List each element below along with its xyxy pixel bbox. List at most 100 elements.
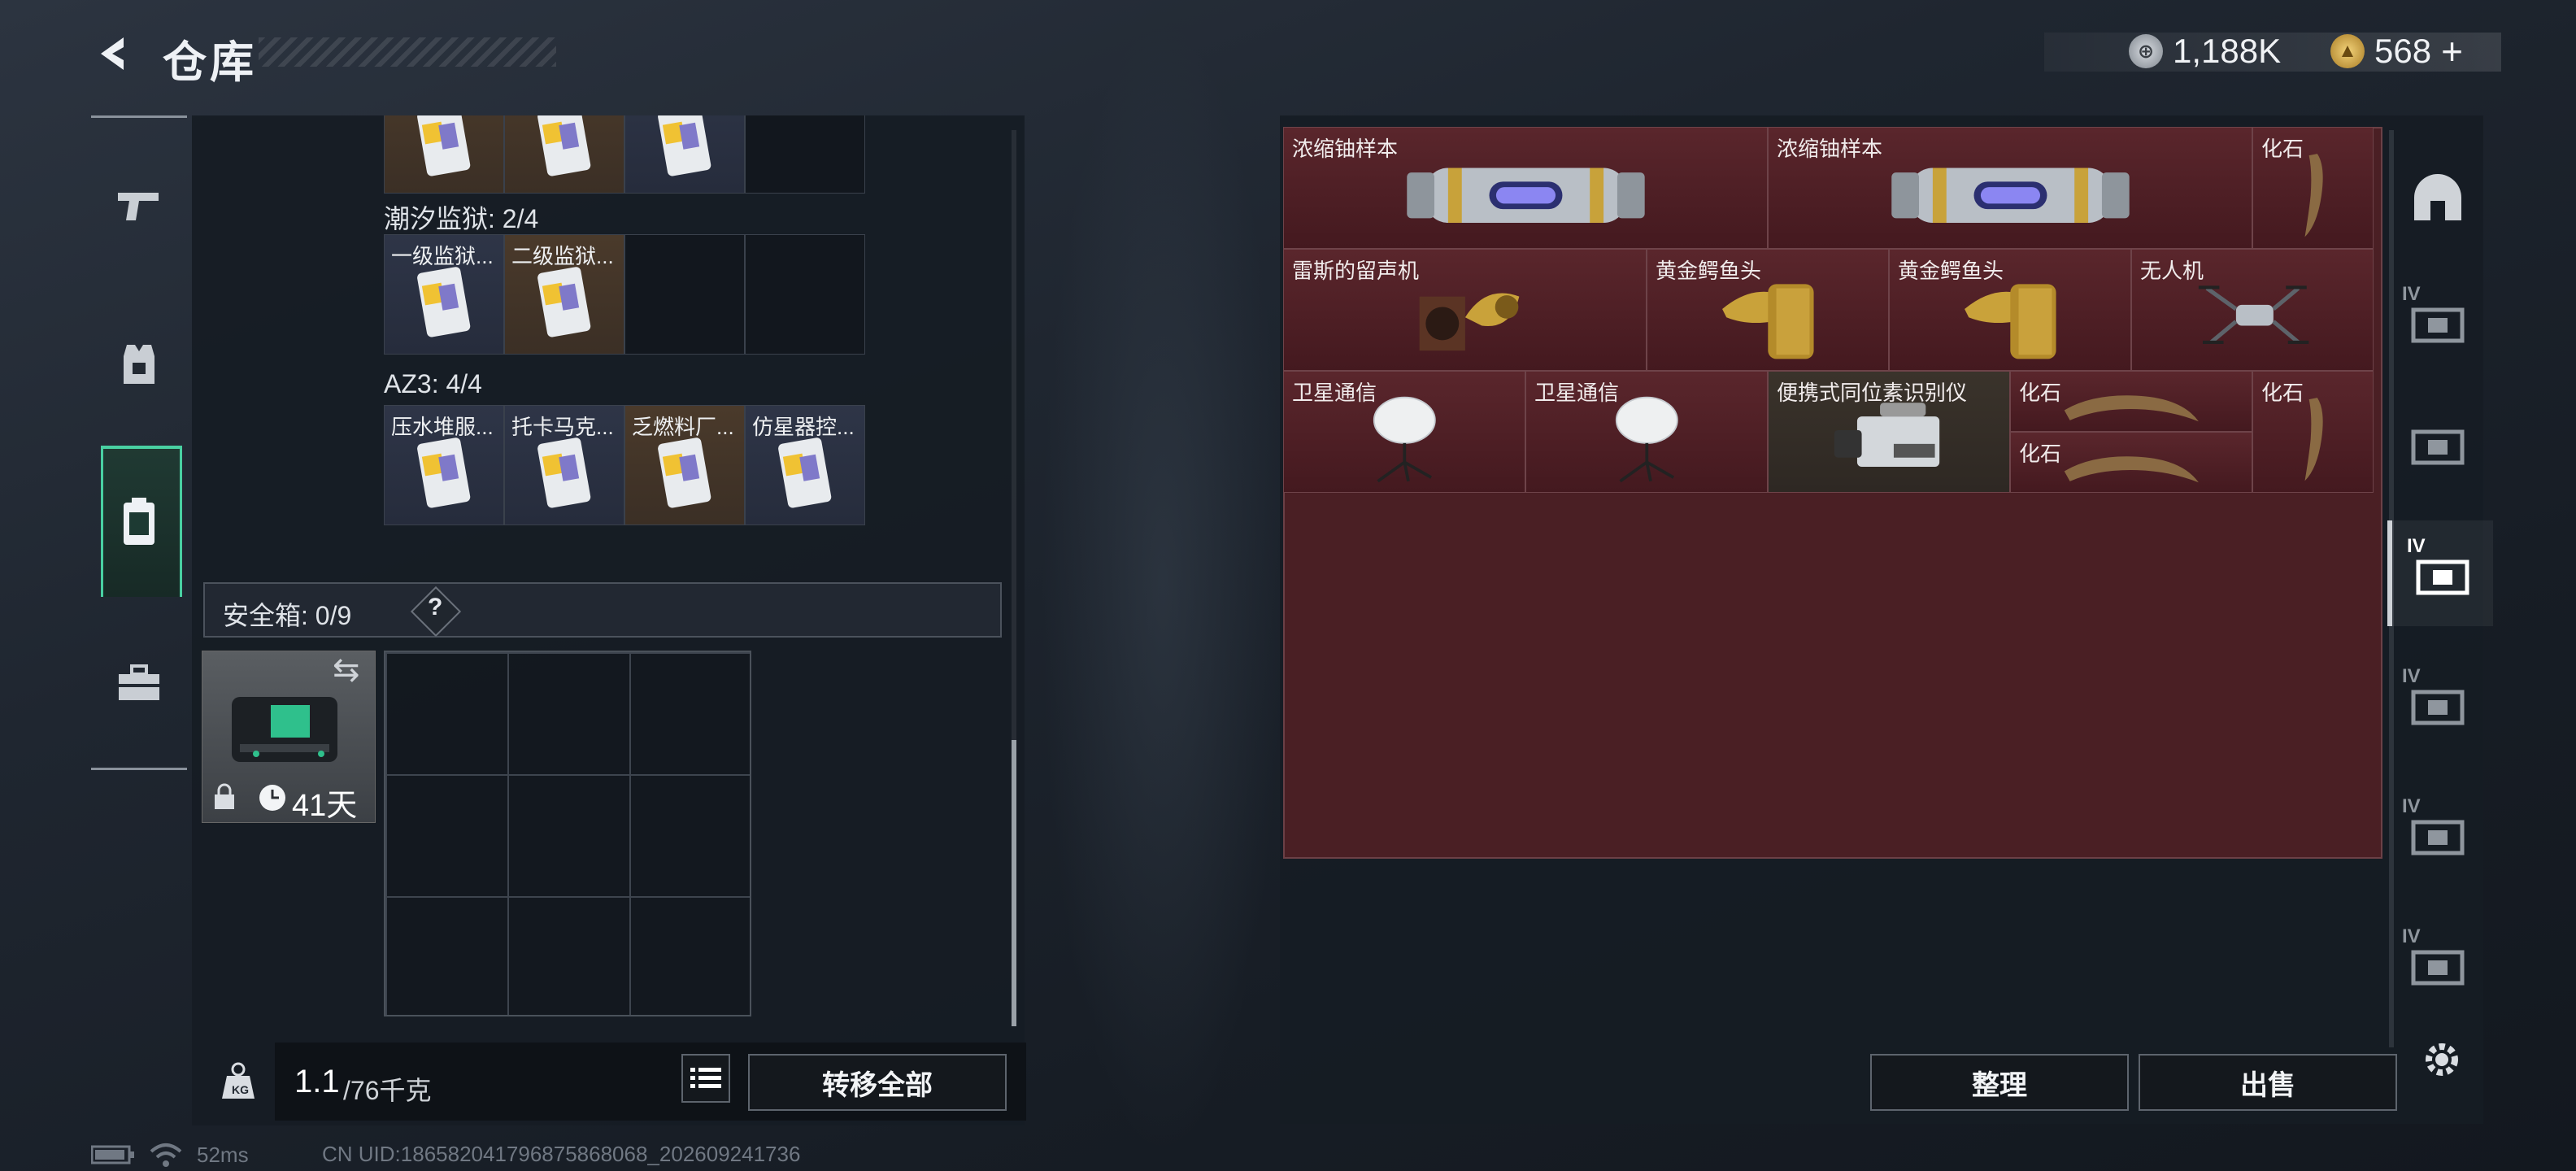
loot-item[interactable]: 黄金鳄鱼头 [1647,249,1889,371]
nav-equipment[interactable] [101,324,177,405]
loot-item-label: 浓缩铀样本 [1292,137,1399,161]
fossil-claw-icon [2304,153,2323,237]
gold-currency[interactable]: ▲ 568 + [2330,29,2463,73]
section-title: 潮汐监狱: 2/4 [384,204,539,233]
loot-item[interactable]: 化石 [2010,371,2252,432]
stash-slot[interactable] [504,115,624,194]
loot-item-art [2152,272,2354,363]
loot-item-label: 化石 [2019,442,2062,466]
loot-item-label: 便携式同位素识别仪 [1777,381,1968,405]
section-title: AZ3: 4/4 [384,369,482,398]
silver-amount: 1,188K [2173,32,2282,70]
stash-item-label: 一级监狱... [391,244,494,268]
satellite-dish-icon [1615,396,1678,482]
transfer-all-button[interactable]: 转移全部 [748,1054,1007,1111]
svg-text:KG: KG [232,1083,249,1096]
keycard-icon [417,437,471,508]
container-tab[interactable]: IV [2387,651,2488,756]
safebox-help-button[interactable]: ? [428,594,442,621]
back-button[interactable] [88,29,137,78]
loot-item[interactable]: 浓缩铀样本 [1768,127,2252,249]
loot-item-label: 化石 [2261,381,2304,405]
loot-item[interactable]: 便携式同位素识别仪 [1768,371,2010,493]
loot-item[interactable]: 化石 [2252,127,2374,249]
safebox-header: 安全箱: 0/9 ? [203,582,1002,638]
gramophone-icon [1419,293,1519,350]
container-tab-helmet[interactable] [2387,146,2488,252]
nav-weapon[interactable] [101,164,177,246]
uranium-canister-icon [1406,168,1645,223]
stash-slot[interactable]: 压水堆服... [384,405,504,525]
weight-current: 1.1 [294,1064,340,1099]
keycard-icon [658,115,711,176]
loot-item[interactable]: 浓缩铀样本 [1283,127,1768,249]
silver-coin-icon: ⊕ [2129,34,2163,68]
add-gold-button[interactable]: + [2441,29,2463,73]
loot-item-art [2263,150,2363,241]
container-tab[interactable]: IV [2387,911,2488,1016]
title-decoration [259,37,556,67]
stash-slot[interactable]: 托卡马克... [504,405,624,525]
loot-item-label: 卫星通信 [1292,381,1377,405]
stash-slot[interactable] [745,115,865,194]
stash-slot[interactable] [624,234,745,355]
stash-slot[interactable]: 二级监狱... [504,234,624,355]
helmet-icon [2414,174,2461,220]
stash-slot[interactable]: 一级监狱... [384,234,504,355]
drone-icon [2198,285,2308,344]
loot-item[interactable]: 卫星通信 [1525,371,1768,493]
container-tab[interactable]: IV [2387,520,2493,626]
loot-item[interactable]: 黄金鳄鱼头 [1889,249,2131,371]
uid-text: CN UID:18658204179687586806​8_2026092417… [322,1142,801,1166]
loot-item[interactable]: 雷斯的留声机 [1283,249,1647,371]
stash-item-label: 仿星器控... [752,415,855,439]
weight-button[interactable]: KG [202,1043,275,1121]
sell-button[interactable]: 出售 [2139,1054,2397,1111]
tier-label: IV [2407,535,2426,557]
keycard-icon [417,115,471,176]
keycard-icon [417,267,471,337]
settings-button[interactable] [2412,1030,2472,1090]
container-tab[interactable] [2387,390,2488,496]
vest-icon [124,345,154,384]
keycard-icon [537,267,591,337]
stash-slot[interactable] [624,115,745,194]
nav-backpack[interactable] [101,481,177,563]
swap-icon[interactable]: ⇆ [333,651,360,689]
safebox-grid[interactable] [384,651,751,1016]
fossil-claw-icon [2304,397,2323,481]
loot-item[interactable]: 化石 [2252,371,2374,493]
loot-item-label: 浓缩铀样本 [1777,137,1883,161]
nav-bottom-line [91,768,187,770]
back-arrow-icon [101,37,124,70]
stash-slot[interactable]: 仿星器控... [745,405,865,525]
container-tab[interactable]: IV [2387,268,2488,374]
stash-slot[interactable] [745,234,865,355]
gold-amount: 568 [2374,32,2432,70]
stash-item-label: 压水堆服... [391,415,494,439]
list-view-button[interactable] [681,1054,730,1103]
satellite-dish-icon [1373,396,1436,482]
loot-item[interactable]: 无人机 [2131,249,2374,371]
stash-slot[interactable] [384,115,504,194]
loot-item-art [1313,272,1617,363]
stash-slot[interactable]: 乏燃料厂... [624,405,745,525]
loot-item-art [1667,272,1869,363]
sort-button[interactable]: 整理 [1870,1054,2129,1111]
loot-item[interactable]: 卫星通信 [1283,371,1525,493]
container-tab[interactable]: IV [2387,781,2488,886]
silver-currency: ⊕ 1,188K [2129,29,2281,73]
weight-icon: KG [222,1062,255,1099]
stash-scroll-thumb[interactable] [1012,740,1016,1026]
loot-item-label: 卫星通信 [1534,381,1620,405]
status-bar: 52ms [91,1142,249,1168]
keycard-icon [658,437,711,508]
nav-case[interactable] [101,642,177,724]
safebox-slot[interactable]: ⇆ 41天 [202,651,376,823]
loot-item-art [1546,394,1748,485]
loot-item-label: 化石 [2261,137,2304,161]
loot-item[interactable]: 化石 [2010,432,2252,493]
stash-item-label: 托卡马克... [511,415,614,439]
background-glow [1041,16,1285,1155]
tier-label: IV [2402,283,2421,305]
